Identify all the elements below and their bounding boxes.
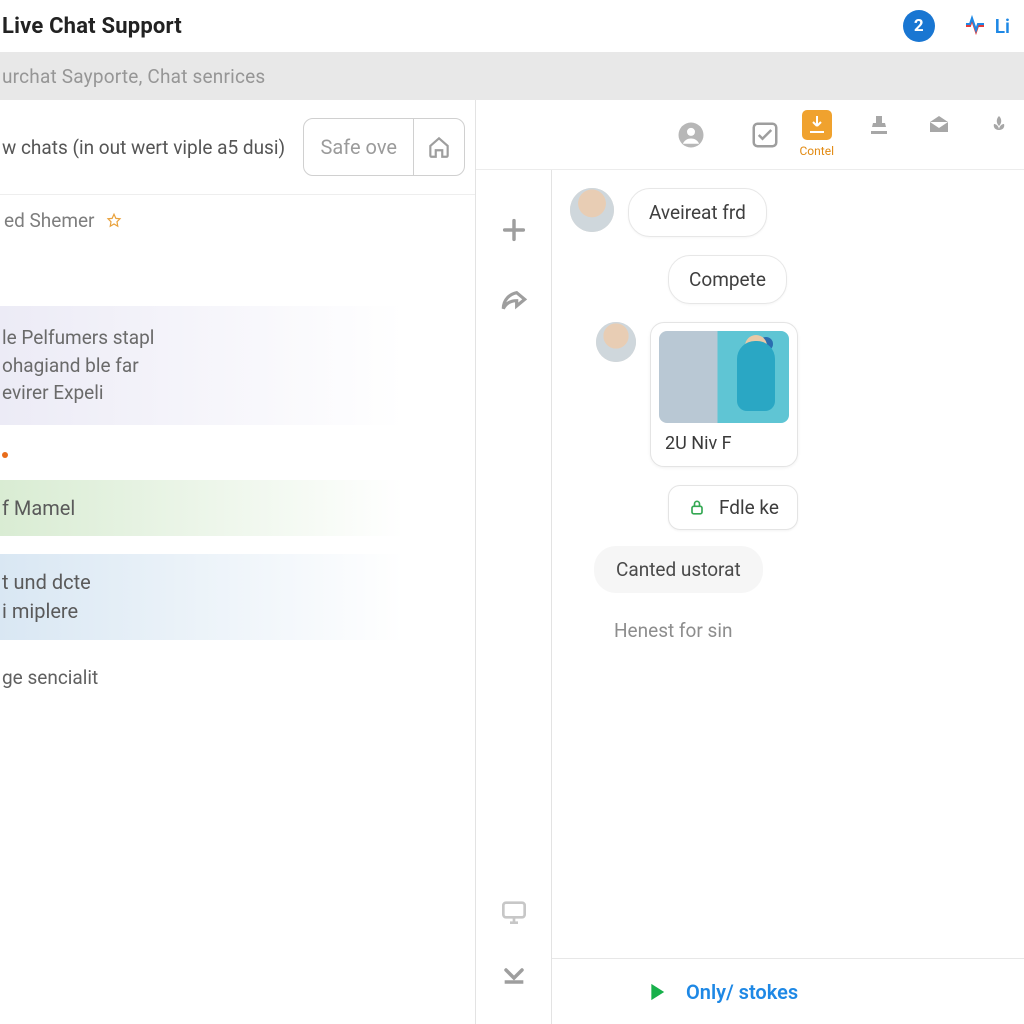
message-row: Canted ustorat — [570, 546, 1024, 593]
breadcrumb: urchat Sayporte, Chat senrices — [0, 52, 1024, 100]
list-item[interactable]: t und dcte i miplere — [0, 554, 475, 640]
safe-toggle-label: Safe ove — [304, 119, 414, 175]
message-row: Aveireat frd — [570, 188, 1024, 237]
typing-indicator: Henest for sin — [614, 619, 1024, 642]
avatar[interactable] — [596, 322, 636, 362]
list-item[interactable]: le Pelfumers stapl ohagiand ble far evir… — [0, 306, 475, 425]
chats-summary: w chats (in out wert viple a5 dusi) — [2, 136, 285, 159]
add-button[interactable] — [476, 194, 551, 266]
message-bubble[interactable]: Canted ustorat — [594, 546, 763, 593]
header-live-label: Li — [995, 15, 1010, 38]
safe-toggle[interactable]: Safe ove — [303, 118, 465, 176]
message-row: 2U Niv F — [570, 322, 1024, 467]
app-header: Live Chat Support 2 Li — [0, 0, 1024, 52]
monitor-icon[interactable] — [498, 896, 530, 928]
message-bubble[interactable]: Aveireat frd — [628, 188, 767, 237]
message-row: Compete — [570, 255, 1024, 304]
list-item-line: ge sencialit — [2, 666, 98, 689]
attachment-card[interactable]: 2U Niv F — [650, 322, 798, 467]
composer: Only/ stokes — [552, 958, 1024, 1024]
chevron-down-icon[interactable] — [498, 958, 530, 990]
attachment-caption: 2U Niv F — [659, 423, 789, 454]
conversation-panel: Aveireat frd Compete 2U Niv F — [552, 100, 1024, 1024]
starred-label: ed Shemer — [4, 209, 95, 232]
header-live-link[interactable]: Li — [963, 14, 1010, 38]
list-item-line: evirer Expeli — [2, 379, 467, 407]
star-icon — [105, 212, 123, 230]
share-button[interactable] — [476, 266, 551, 338]
notification-badge[interactable]: 2 — [903, 10, 935, 42]
list-item[interactable]: ge sencialit — [0, 658, 475, 697]
page-title: Live Chat Support — [2, 14, 182, 39]
home-icon — [426, 134, 452, 160]
starred-row[interactable]: ed Shemer — [0, 195, 475, 246]
message-bubble[interactable]: Compete — [668, 255, 787, 304]
secure-file-chip[interactable]: Fdle ke — [668, 485, 798, 530]
composer-hint[interactable]: Only/ stokes — [686, 980, 798, 1004]
secure-file-label: Fdle ke — [719, 496, 779, 519]
home-button[interactable] — [414, 119, 464, 175]
share-icon — [498, 286, 530, 318]
action-rail — [476, 100, 552, 1024]
pulse-icon — [963, 14, 987, 38]
breadcrumb-text: urchat Sayporte, Chat senrices — [2, 65, 265, 88]
list-item-line: le Pelfumers stapl — [2, 324, 467, 352]
left-panel: w chats (in out wert viple a5 dusi) Safe… — [0, 100, 476, 1024]
message-list: Aveireat frd Compete 2U Niv F — [552, 170, 1024, 958]
plus-icon — [498, 214, 530, 246]
lock-icon — [687, 498, 707, 518]
unread-dot — [0, 443, 475, 462]
play-icon[interactable] — [642, 978, 670, 1006]
list-item[interactable]: f Mamel — [0, 480, 475, 536]
list-item-line: f Mamel — [2, 496, 75, 520]
avatar[interactable] — [570, 188, 614, 232]
list-item-line: i miplere — [2, 597, 467, 626]
list-item-line: t und dcte — [2, 568, 467, 597]
attachment-thumbnail — [659, 331, 789, 423]
list-item-line: ohagiand ble far — [2, 352, 467, 380]
chat-list: le Pelfumers stapl ohagiand ble far evir… — [0, 246, 475, 697]
